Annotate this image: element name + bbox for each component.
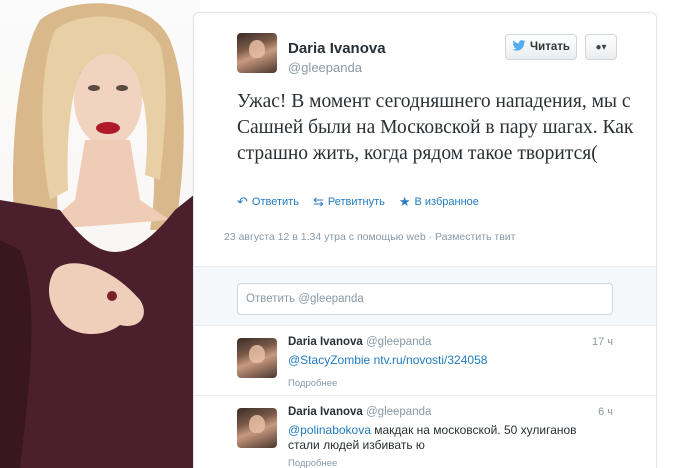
timeline-item[interactable]: Daria Ivanova @gleepanda 17 ч @StacyZomb… — [194, 326, 656, 396]
reply-label: Ответить — [251, 196, 299, 208]
follow-label: Читать — [530, 41, 570, 53]
timeline-author-handle[interactable]: @gleepanda — [366, 406, 431, 418]
user-actions-button[interactable]: ●▾ — [585, 34, 617, 60]
url-link[interactable]: ntv.ru/novosti/324058 — [374, 353, 488, 367]
reply-input[interactable]: Ответить @gleepanda — [237, 283, 613, 315]
timeline-item[interactable]: Daria Ivanova @gleepanda 6 ч @polinaboko… — [194, 396, 656, 468]
tweet-card: Daria Ivanova @gleepanda Читать ●▾ Ужас!… — [193, 12, 657, 468]
follow-button[interactable]: Читать — [505, 34, 577, 60]
tweet-text: Ужас! В момент сегодняшнего нападения, м… — [237, 91, 634, 164]
favorite-button[interactable]: ★ В избранное — [399, 194, 479, 210]
tweet-actions: ↶ Ответить ⇆ Ретвитнуть ★ В избранное — [237, 194, 479, 210]
avatar[interactable] — [237, 408, 277, 448]
reply-button[interactable]: ↶ Ответить — [237, 194, 299, 210]
timeline-body: @polinabokova макдак на московской. 50 х… — [288, 423, 608, 453]
star-icon: ★ — [398, 194, 411, 209]
user-dropdown-icon: ●▾ — [595, 41, 607, 53]
timeline-item-header: Daria Ivanova @gleepanda — [288, 336, 431, 348]
retweet-button[interactable]: ⇆ Ретвитнуть — [313, 194, 385, 210]
mention-link[interactable]: @polinabokova — [288, 423, 371, 437]
author-block: Daria Ivanova @gleepanda — [288, 40, 386, 75]
background-photo — [0, 0, 200, 468]
timeline-body: @StacyZombie ntv.ru/novosti/324058 — [288, 353, 608, 368]
expand-link[interactable]: Подробнее — [288, 458, 337, 468]
reply-area: Ответить @gleepanda — [194, 266, 656, 326]
retweet-label: Ретвитнуть — [327, 196, 385, 208]
timeline-author-name[interactable]: Daria Ivanova — [288, 406, 363, 418]
tweet-main: Daria Ivanova @gleepanda Читать ●▾ Ужас!… — [194, 13, 656, 268]
favorite-label: В избранное — [414, 196, 479, 208]
timeline-author-handle[interactable]: @gleepanda — [366, 336, 431, 348]
timeline-time[interactable]: 17 ч — [592, 336, 613, 348]
twitter-bird-icon — [512, 40, 526, 54]
avatar[interactable] — [237, 33, 277, 73]
expand-link[interactable]: Подробнее — [288, 378, 337, 389]
timeline-item-header: Daria Ivanova @gleepanda — [288, 406, 431, 418]
mention-link[interactable]: @StacyZombie — [288, 353, 370, 367]
reply-arrow-icon: ↶ — [237, 194, 248, 209]
author-name[interactable]: Daria Ivanova — [288, 40, 386, 57]
author-handle[interactable]: @gleepanda — [288, 60, 386, 75]
retweet-icon: ⇆ — [312, 194, 324, 209]
tweet-meta: 23 августа 12 в 1:34 утра с помощью web … — [224, 231, 516, 243]
avatar[interactable] — [237, 338, 277, 378]
timeline-author-name[interactable]: Daria Ivanova — [288, 336, 363, 348]
timeline-time[interactable]: 6 ч — [598, 406, 613, 418]
